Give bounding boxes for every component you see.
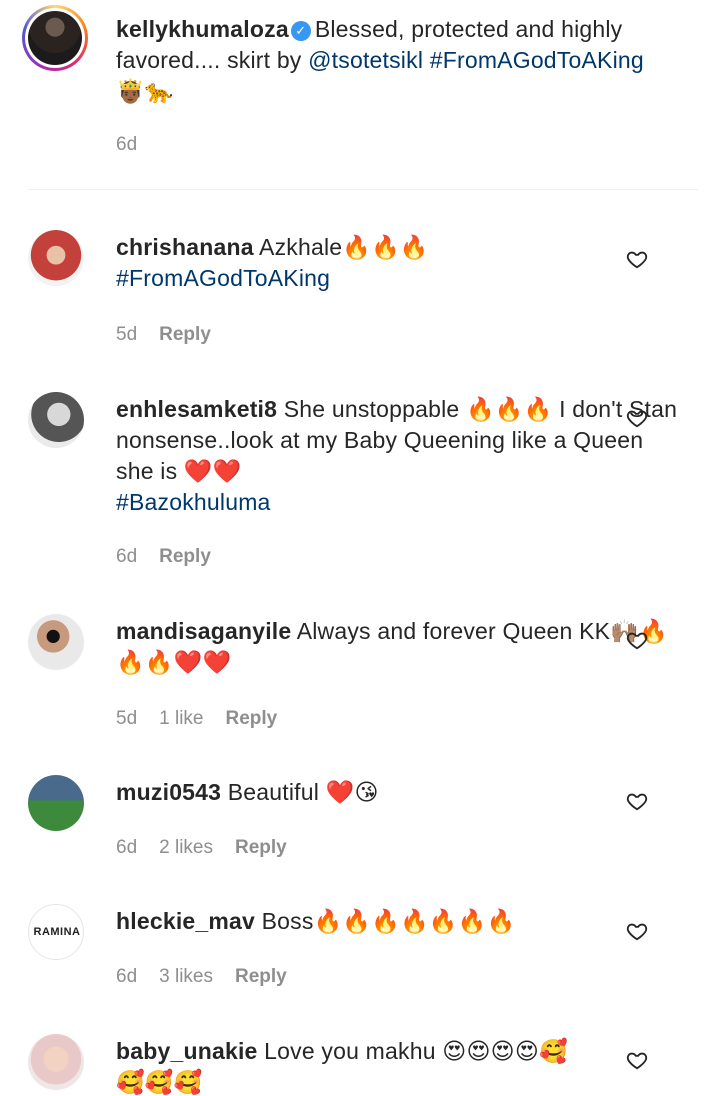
comment-text: enhlesamketi8 She unstoppable 🔥🔥🔥 I don'… (116, 394, 686, 518)
commenter-username[interactable]: enhlesamketi8 (116, 396, 277, 422)
like-comment-button[interactable] (626, 1049, 648, 1071)
caption-emoji: 🤴🏾🐆 (116, 78, 174, 104)
caption-text: kellykhumaloza ✓ Blessed, protected and hi… (116, 14, 686, 107)
story-ring-avatar[interactable] (22, 5, 88, 71)
caption-hashtag[interactable]: #FromAGodToAKing (430, 47, 644, 73)
comment-time: 6d (116, 837, 138, 858)
like-comment-button[interactable] (626, 629, 648, 651)
heart-outline-icon (626, 793, 648, 811)
comment-meta: 6d 2 likes Reply (116, 837, 309, 859)
commenter-username[interactable]: chrishanana (116, 234, 254, 260)
comment-time: 6d (116, 546, 138, 567)
comment-hashtag[interactable]: #Bazokhuluma (116, 489, 271, 515)
like-comment-button[interactable] (626, 790, 648, 812)
heart-outline-icon (626, 632, 648, 650)
reply-button[interactable]: Reply (235, 837, 287, 858)
commenter-avatar[interactable] (28, 614, 84, 670)
post-caption: kellykhumaloza ✓ Blessed, protected and hi… (0, 0, 720, 190)
caption-divider (28, 189, 698, 190)
reply-button[interactable]: Reply (159, 546, 211, 567)
verified-badge-icon: ✓ (290, 21, 311, 41)
author-avatar[interactable] (28, 11, 82, 65)
reply-button[interactable]: Reply (235, 966, 287, 987)
commenter-avatar[interactable] (28, 392, 84, 448)
caption-mention[interactable]: @tsotetsikl (308, 47, 423, 73)
like-comment-button[interactable] (626, 248, 648, 270)
caption-meta: 6d (116, 134, 159, 156)
commenter-username[interactable]: muzi0543 (116, 779, 221, 805)
reply-button[interactable]: Reply (226, 708, 278, 729)
like-comment-button[interactable] (626, 920, 648, 942)
comment-meta: 5d Reply (116, 324, 233, 346)
comment-text: mandisaganyile Always and forever Queen … (116, 616, 686, 678)
comment-body: Boss🔥🔥🔥🔥🔥🔥🔥 (261, 908, 516, 934)
comment-text: hleckie_mav Boss🔥🔥🔥🔥🔥🔥🔥 (116, 906, 686, 937)
like-comment-button[interactable] (626, 407, 648, 429)
comment-text: baby_unakie Love you makhu 😍😍😍😍🥰🥰🥰🥰 (116, 1036, 596, 1096)
commenter-username[interactable]: hleckie_mav (116, 908, 255, 934)
commenter-avatar[interactable] (28, 230, 84, 286)
comment-time: 6d (116, 966, 138, 987)
commenter-username[interactable]: mandisaganyile (116, 618, 291, 644)
avatar-logo-text: RAMINA (33, 926, 81, 938)
heart-outline-icon (626, 923, 648, 941)
caption-time: 6d (116, 134, 138, 155)
commenter-avatar[interactable] (28, 775, 84, 831)
comment-likes[interactable]: 1 like (159, 708, 203, 729)
commenter-avatar[interactable]: RAMINA (28, 904, 84, 960)
heart-outline-icon (626, 1052, 648, 1070)
heart-outline-icon (626, 410, 648, 428)
reply-button[interactable]: Reply (159, 324, 211, 345)
comment-hashtag[interactable]: #FromAGodToAKing (116, 265, 330, 291)
comment-time: 5d (116, 324, 138, 345)
comment-meta: 5d 1 like Reply (116, 708, 299, 730)
comment-likes[interactable]: 2 likes (159, 837, 213, 858)
comment-body: Azkhale🔥🔥🔥 (259, 234, 429, 260)
comment-time: 5d (116, 708, 138, 729)
comment-meta: 6d Reply (116, 546, 233, 568)
commenter-username[interactable]: baby_unakie (116, 1038, 258, 1064)
commenter-avatar[interactable] (28, 1034, 84, 1090)
comment-text: muzi0543 Beautiful ❤️😘 (116, 777, 686, 808)
author-username[interactable]: kellykhumaloza (116, 16, 289, 42)
comment-body: Beautiful ❤️😘 (227, 779, 379, 805)
comment-text: chrishanana Azkhale🔥🔥🔥 #FromAGodToAKing (116, 232, 686, 294)
comment-meta: 6d 3 likes Reply (116, 966, 309, 988)
heart-outline-icon (626, 251, 648, 269)
comment-likes[interactable]: 3 likes (159, 966, 213, 987)
